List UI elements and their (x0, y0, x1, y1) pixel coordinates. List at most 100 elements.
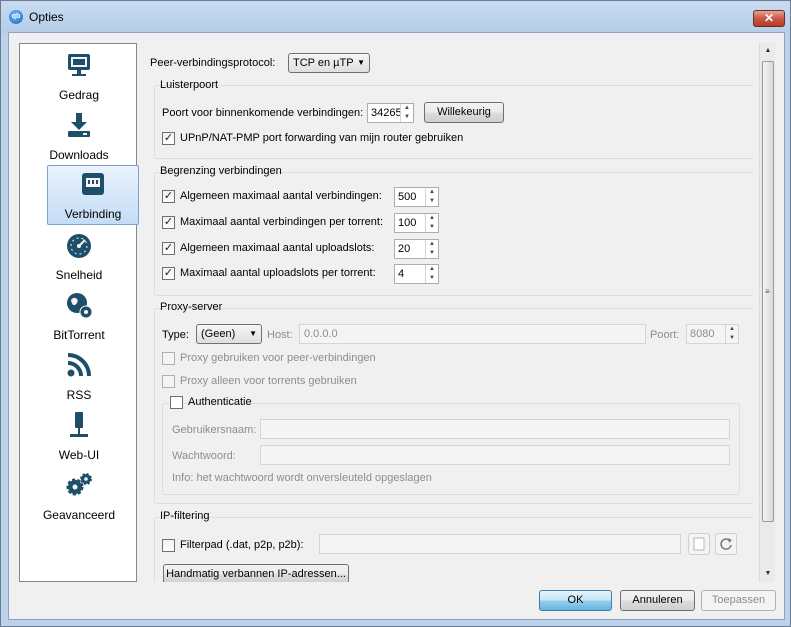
global-upload-slots-label: Algemeen maximaal aantal uploadslots: (180, 242, 375, 254)
global-upload-slots-checkbox[interactable]: ✓ (162, 242, 175, 255)
protocol-label: Peer-verbindingsprotocol: (150, 57, 276, 69)
download-icon (68, 113, 90, 137)
chevron-down-icon: ▼ (357, 58, 365, 67)
sidebar-item-geavanceerd[interactable]: Geavanceerd (43, 467, 115, 527)
proxy-peer-label: Proxy gebruiken voor peer-verbindingen (180, 352, 376, 364)
document-icon (693, 537, 705, 551)
proxy-port-spinbox[interactable]: 8080 ▲ ▼ (686, 324, 739, 344)
spin-buttons[interactable]: ▲ ▼ (425, 265, 438, 283)
protocol-select-value: TCP en µTP (293, 57, 354, 69)
per-torrent-connections-checkbox[interactable]: ✓ (162, 216, 175, 229)
spin-buttons[interactable]: ▲ ▼ (425, 240, 438, 258)
filter-path-input[interactable] (319, 534, 681, 554)
incoming-port-value: 34265 (371, 107, 402, 119)
ip-filtering-title: IP-filtering (160, 510, 210, 522)
spin-up-icon[interactable]: ▲ (426, 214, 438, 223)
close-button[interactable]: ✕ (753, 10, 785, 27)
filter-path-label: Filterpad (.dat, p2p, p2b): (180, 539, 304, 551)
proxy-peer-checkbox[interactable] (162, 352, 175, 365)
spin-buttons[interactable]: ▲ ▼ (400, 104, 413, 122)
username-input[interactable] (260, 419, 730, 439)
reload-filter-button[interactable] (715, 533, 737, 555)
sidebar-item-rss[interactable]: RSS (46, 347, 112, 407)
proxy-port-value: 8080 (690, 328, 715, 340)
spin-down-icon[interactable]: ▼ (401, 113, 413, 122)
sidebar-item-label: Downloads (49, 148, 109, 162)
per-torrent-upload-slots-checkbox[interactable]: ✓ (162, 267, 175, 280)
spin-up-icon[interactable]: ▲ (426, 265, 438, 274)
browse-file-button[interactable] (688, 533, 710, 555)
proxy-type-value: (Geen) (201, 328, 236, 340)
window-title: Opties (29, 10, 64, 24)
sidebar-item-gedrag[interactable]: Gedrag (46, 47, 112, 107)
category-list[interactable]: Gedrag Downloads Verbinding Snelheid Bit… (19, 43, 139, 582)
per-torrent-upload-slots-label: Maximaal aantal uploadslots per torrent: (180, 267, 376, 279)
title-bar[interactable]: qb Opties ✕ (1, 1, 790, 33)
global-upload-slots-value: 20 (398, 243, 411, 255)
scrollbar-grip-icon: ≡ (765, 287, 770, 296)
manually-banned-ips-button[interactable]: Handmatig verbannen IP-adressen... (163, 564, 349, 582)
qbittorrent-logo-icon: qb (9, 10, 23, 24)
sidebar-item-label: Geavanceerd (42, 508, 116, 522)
spin-up-icon[interactable]: ▲ (726, 325, 738, 334)
password-label: Wachtwoord: (172, 450, 236, 462)
sidebar-item-snelheid[interactable]: Snelheid (46, 227, 112, 287)
spin-buttons[interactable]: ▲ ▼ (425, 214, 438, 232)
authentication-checkbox[interactable] (170, 396, 183, 409)
apply-button[interactable]: Toepassen (701, 590, 776, 611)
proxy-type-select[interactable]: (Geen) ▼ (196, 324, 262, 344)
spin-down-icon[interactable]: ▼ (426, 223, 438, 232)
filter-path-checkbox[interactable] (162, 539, 175, 552)
cancel-button[interactable]: Annuleren (620, 590, 695, 611)
refresh-icon (720, 538, 732, 550)
spin-up-icon[interactable]: ▲ (401, 104, 413, 113)
speedometer-icon (67, 234, 91, 258)
proxy-type-label: Type: (162, 329, 189, 341)
listen-port-title: Luisterpoort (160, 79, 219, 91)
username-label: Gebruikersnaam: (172, 424, 257, 436)
spin-up-icon[interactable]: ▲ (426, 240, 438, 249)
scroll-up-icon[interactable]: ▲ (760, 43, 776, 59)
proxy-torrents-only-checkbox[interactable] (162, 375, 175, 388)
password-input[interactable] (260, 445, 730, 465)
global-max-connections-value: 500 (398, 191, 417, 203)
incoming-port-spinbox[interactable]: 34265 ▲ ▼ (367, 103, 414, 123)
proxy-host-input[interactable]: 0.0.0.0 (299, 324, 646, 344)
spin-down-icon[interactable]: ▼ (426, 197, 438, 206)
global-upload-slots-spinbox[interactable]: 20 ▲ ▼ (394, 239, 439, 259)
sidebar-item-label: Verbinding (64, 207, 122, 221)
sidebar-item-web-ui[interactable]: Web-UI (46, 407, 112, 467)
upnp-checkbox[interactable]: ✓ (162, 132, 175, 145)
spin-buttons[interactable]: ▲ ▼ (725, 325, 738, 343)
sidebar-item-label: BitTorrent (53, 328, 105, 342)
scroll-down-icon[interactable]: ▼ (760, 566, 776, 582)
spin-buttons[interactable]: ▲ ▼ (425, 188, 438, 206)
connection-limits-title: Begrenzing verbindingen (160, 165, 282, 177)
plug-icon (70, 412, 88, 437)
per-torrent-upload-slots-spinbox[interactable]: 4 ▲ ▼ (394, 264, 439, 284)
chevron-down-icon: ▼ (249, 329, 257, 338)
per-torrent-connections-label: Maximaal aantal verbindingen per torrent… (180, 216, 384, 228)
spin-down-icon[interactable]: ▼ (426, 274, 438, 283)
global-max-connections-spinbox[interactable]: 500 ▲ ▼ (394, 187, 439, 207)
protocol-select[interactable]: TCP en µTP ▼ (288, 53, 370, 73)
spin-down-icon[interactable]: ▼ (426, 249, 438, 258)
global-max-connections-label: Algemeen maximaal aantal verbindingen: (180, 190, 382, 202)
sidebar-item-label: RSS (66, 388, 92, 402)
spin-down-icon[interactable]: ▼ (726, 334, 738, 343)
globe-gear-icon (67, 293, 93, 319)
per-torrent-connections-spinbox[interactable]: 100 ▲ ▼ (394, 213, 439, 233)
global-max-connections-checkbox[interactable]: ✓ (162, 190, 175, 203)
rss-icon (67, 353, 91, 377)
incoming-port-label: Poort voor binnenkomende verbindingen: (162, 107, 364, 119)
dialog-body: Gedrag Downloads Verbinding Snelheid Bit… (8, 32, 785, 620)
random-port-button[interactable]: Willekeurig (424, 102, 504, 123)
sidebar-item-downloads[interactable]: Downloads (46, 107, 112, 167)
sidebar-item-verbinding[interactable]: Verbinding (47, 165, 139, 225)
sidebar-item-bittorrent[interactable]: BitTorrent (46, 287, 112, 347)
vertical-scrollbar[interactable]: ▲ ≡ ▼ (759, 43, 775, 582)
spin-up-icon[interactable]: ▲ (426, 188, 438, 197)
scrollbar-thumb[interactable]: ≡ (762, 61, 774, 522)
ok-button[interactable]: OK (539, 590, 612, 611)
proxy-server-title: Proxy-server (160, 301, 223, 313)
